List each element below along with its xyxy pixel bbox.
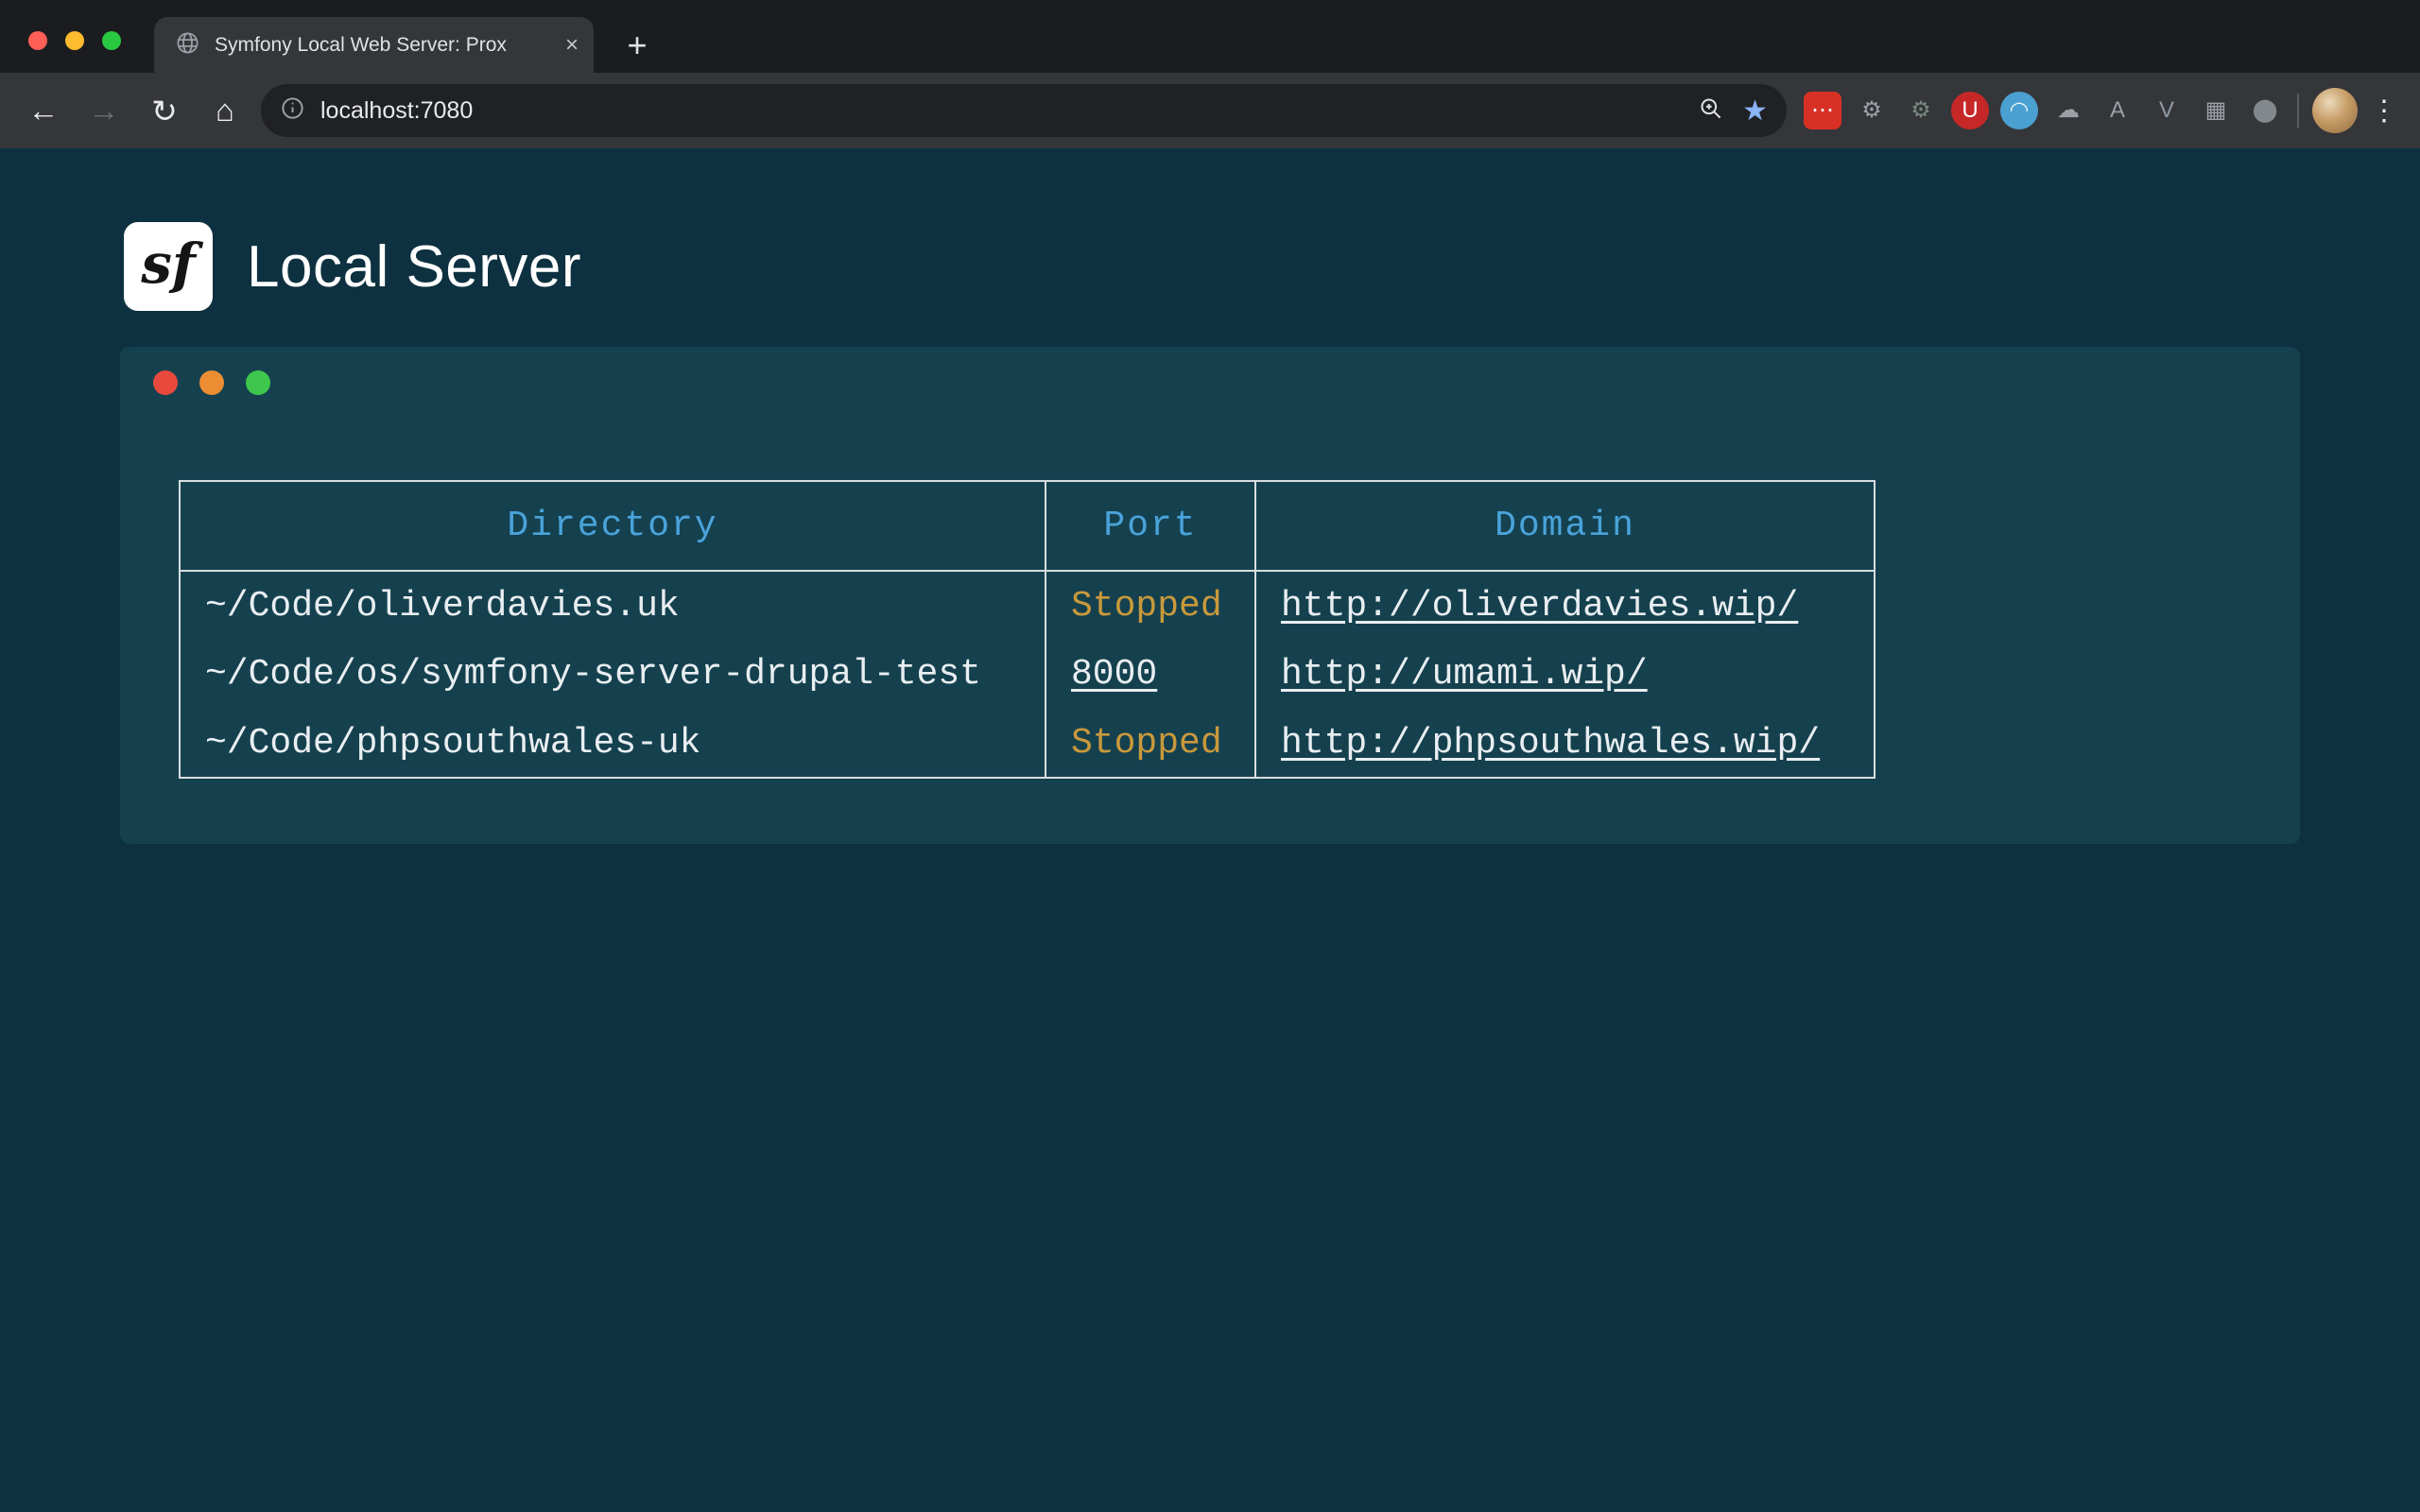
profile-avatar[interactable]	[2312, 88, 2358, 133]
table-header-row: Directory Port Domain	[180, 481, 1875, 571]
directory-cell: ~/Code/oliverdavies.uk	[180, 571, 1046, 640]
tab-close-icon[interactable]: ×	[565, 32, 579, 59]
reload-button[interactable]: ↻	[138, 84, 191, 137]
extension-a-icon[interactable]: A	[2099, 92, 2136, 129]
extension-compass-icon[interactable]: ◠	[2000, 92, 2038, 129]
extension-gear-dark-icon[interactable]: ⚙	[1902, 92, 1940, 129]
server-panel: Directory Port Domain ~/Code/oliverdavie…	[120, 347, 2300, 844]
extension-ublock-icon[interactable]: U	[1951, 92, 1989, 129]
directory-cell: ~/Code/os/symfony-server-drupal-test	[180, 640, 1046, 709]
toolbar-separator	[2297, 94, 2299, 128]
tab-favicon-globe-icon	[175, 30, 200, 60]
panel-red-dot	[153, 370, 178, 395]
browser-menu-icon[interactable]: ⋮	[2365, 88, 2403, 133]
tab-title: Symfony Local Web Server: Prox	[215, 34, 560, 57]
domain-cell: http://oliverdavies.wip/	[1255, 571, 1875, 640]
window-controls	[28, 31, 121, 50]
extension-grid-icon[interactable]: ▦	[2197, 92, 2235, 129]
brand-header: sf Local Server	[124, 222, 581, 311]
tab-strip: Symfony Local Web Server: Prox × +	[0, 0, 2420, 73]
extension-cloud-icon[interactable]: ☁	[2049, 92, 2087, 129]
address-bar[interactable]: localhost:7080 ★	[261, 84, 1787, 137]
directory-cell: ~/Code/phpsouthwales-uk	[180, 709, 1046, 778]
domain-link[interactable]: http://umami.wip/	[1281, 654, 1648, 695]
symfony-logo: sf	[124, 222, 213, 311]
new-tab-button[interactable]: +	[616, 25, 658, 66]
window-zoom-button[interactable]	[102, 31, 121, 50]
servers-table-body: ~/Code/oliverdavies.uk Stopped http://oliv…	[180, 571, 1875, 778]
panel-green-dot	[246, 370, 270, 395]
port-cell: 8000	[1046, 640, 1255, 709]
servers-table: Directory Port Domain ~/Code/oliverdavie…	[179, 480, 1876, 779]
table-row: ~/Code/oliverdavies.uk Stopped http://oliv…	[180, 571, 1875, 640]
back-button[interactable]: ←	[17, 84, 70, 137]
panel-orange-dot	[199, 370, 224, 395]
home-button[interactable]: ⌂	[199, 84, 251, 137]
table-row: ~/Code/os/symfony-server-drupal-test 8000…	[180, 640, 1875, 709]
page-title: Local Server	[247, 233, 581, 301]
domain-cell: http://umami.wip/	[1255, 640, 1875, 709]
domain-cell: http://phpsouthwales.wip/	[1255, 709, 1875, 778]
extensions-bar: ⋯ ⚙ ⚙ U ◠ ☁ AV ▦ ⬤	[1804, 92, 2284, 129]
domain-link[interactable]: http://oliverdavies.wip/	[1281, 586, 1798, 627]
extension-v-icon[interactable]: V	[2148, 92, 2186, 129]
site-info-icon[interactable]	[280, 95, 305, 126]
browser-tab[interactable]: Symfony Local Web Server: Prox ×	[154, 17, 594, 73]
forward-button[interactable]: →	[78, 84, 130, 137]
extension-octocat-icon[interactable]: ⬤	[2246, 92, 2284, 129]
header-port: Port	[1046, 481, 1255, 571]
port-cell: Stopped	[1046, 709, 1255, 778]
extension-red-dots-icon[interactable]: ⋯	[1804, 92, 1841, 129]
browser-toolbar: ← → ↻ ⌂ localhost:7080 ★ ⋯ ⚙ ⚙ U ◠ ☁ AV ▦ ⬤ ⋮	[0, 73, 2420, 148]
port-cell: Stopped	[1046, 571, 1255, 640]
zoom-icon[interactable]	[1698, 95, 1723, 126]
header-directory: Directory	[180, 481, 1046, 571]
extension-gear-icon[interactable]: ⚙	[1853, 92, 1891, 129]
table-row: ~/Code/phpsouthwales-uk Stopped http://php…	[180, 709, 1875, 778]
port-status: Stopped	[1071, 723, 1222, 764]
nav-button-group: ← → ↻ ⌂	[17, 84, 251, 137]
header-domain: Domain	[1255, 481, 1875, 571]
url-text: localhost:7080	[320, 97, 1698, 125]
port-link[interactable]: 8000	[1071, 654, 1157, 695]
bookmark-star-icon[interactable]: ★	[1742, 94, 1768, 128]
port-status: Stopped	[1071, 586, 1222, 627]
window-close-button[interactable]	[28, 31, 47, 50]
domain-link[interactable]: http://phpsouthwales.wip/	[1281, 723, 1820, 764]
window-minimize-button[interactable]	[65, 31, 84, 50]
page-body: sf Local Server Directory Port Domain ~/…	[0, 148, 2420, 1512]
panel-window-dots	[153, 370, 270, 395]
